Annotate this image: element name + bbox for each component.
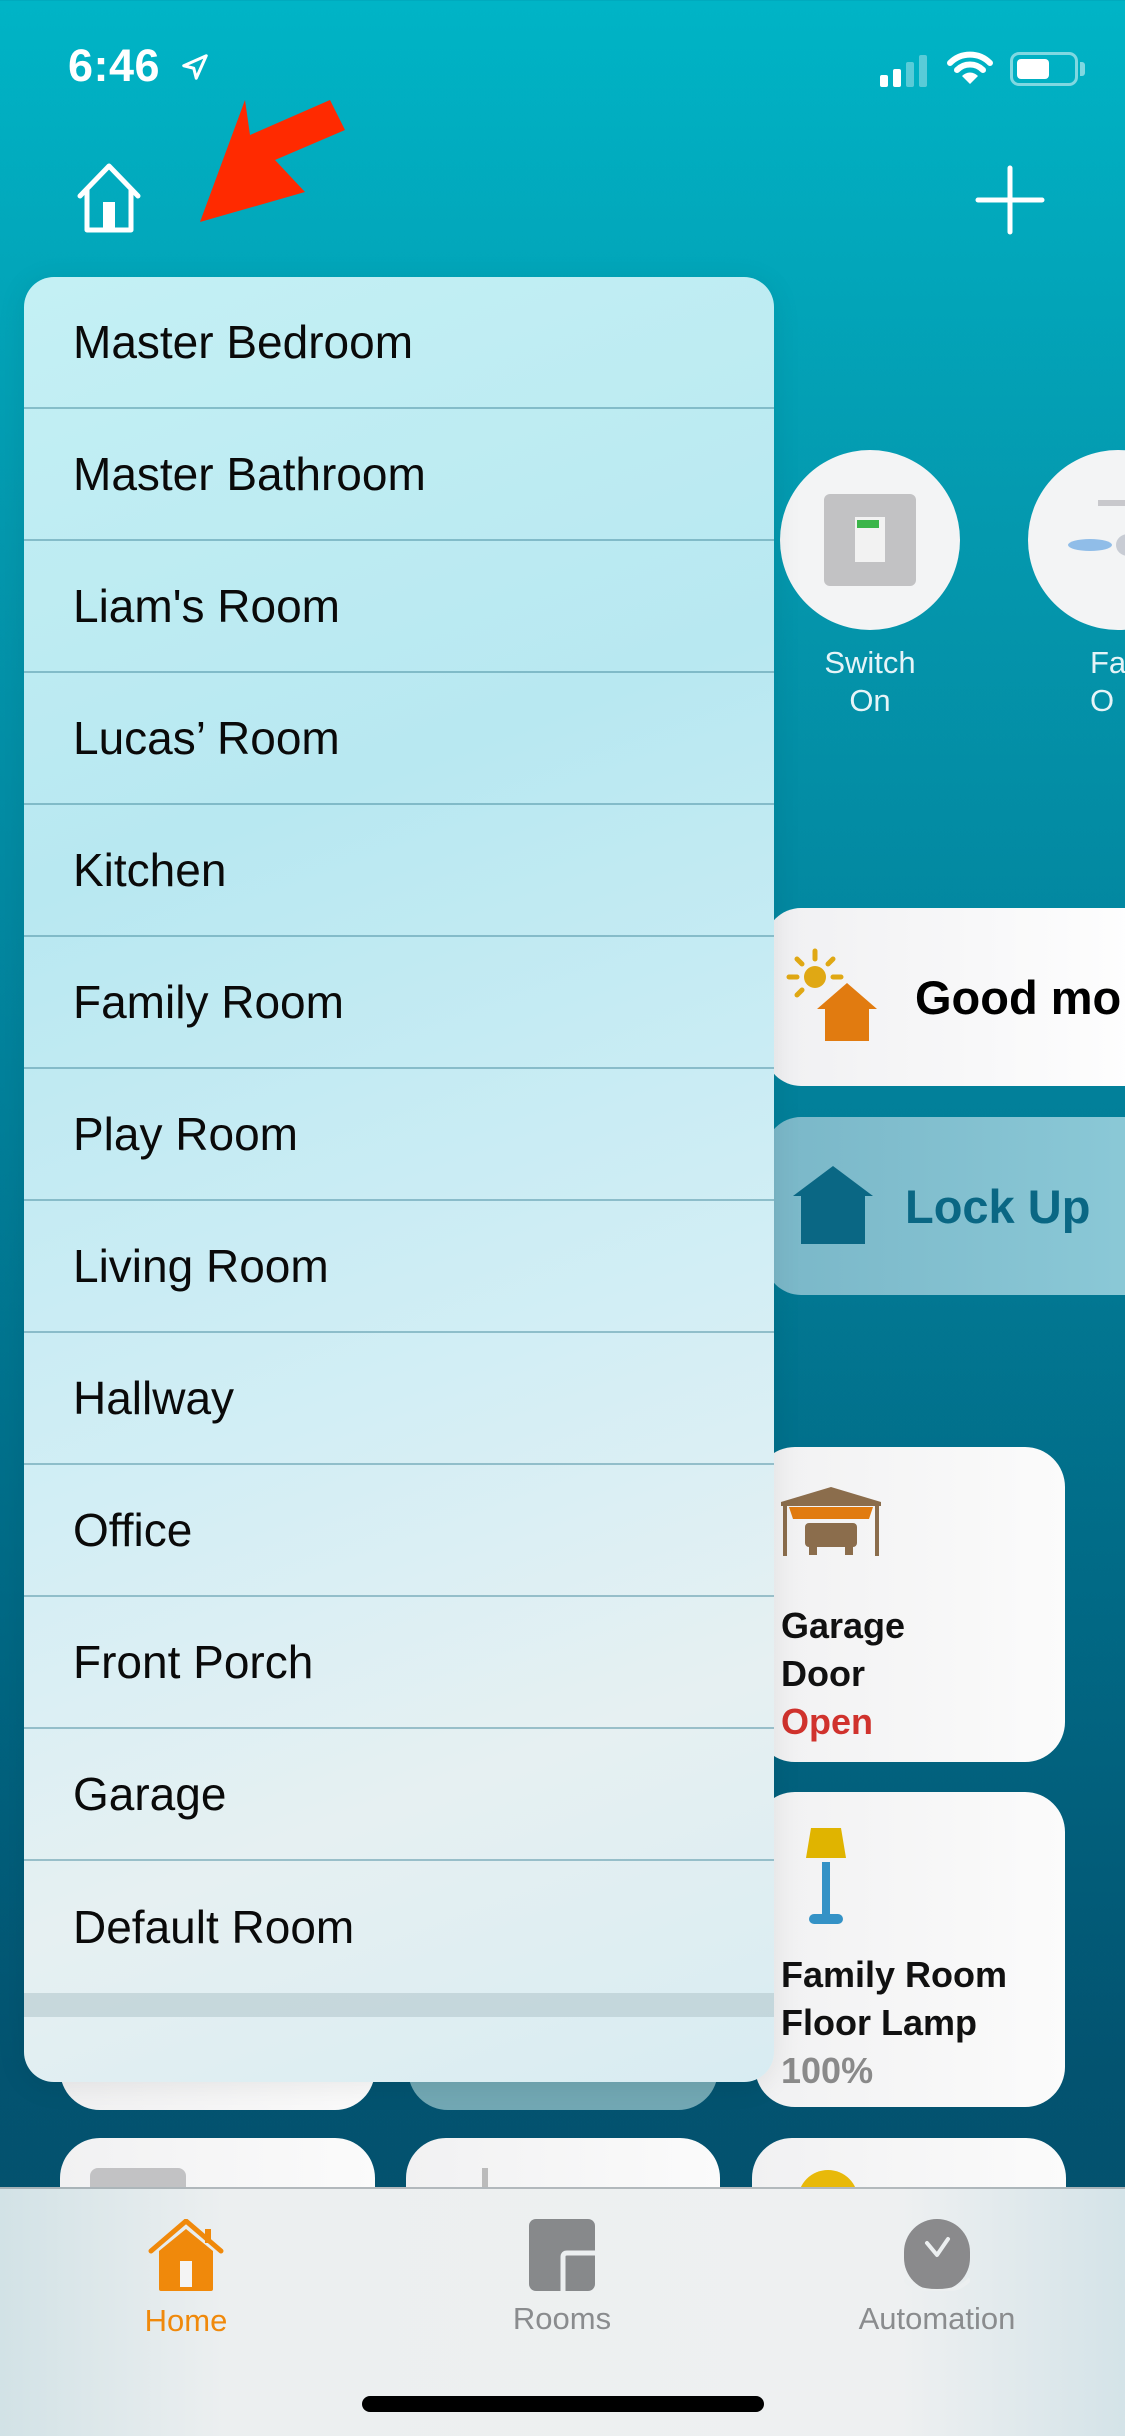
scene-title: Lock Up bbox=[905, 1179, 1091, 1233]
automation-clock-icon bbox=[904, 2219, 970, 2291]
home-icon bbox=[148, 2219, 224, 2291]
battery-level bbox=[1017, 59, 1050, 79]
plus-icon bbox=[975, 165, 1045, 235]
room-list: Master Bedroom Master Bathroom Liam's Room… bbox=[24, 277, 774, 1993]
tile-name: Door bbox=[781, 1653, 865, 1694]
tile-floor-lamp[interactable]: Family Room Floor Lamp 100% bbox=[755, 1792, 1065, 2107]
status-time: 6:46 bbox=[68, 40, 161, 91]
tile-name: Family Room bbox=[781, 1954, 1008, 1995]
room-menu-item[interactable]: Master Bedroom bbox=[24, 277, 774, 409]
home-icon bbox=[77, 163, 141, 233]
tile-name: Floor Lamp bbox=[781, 2002, 977, 2043]
red-arrow-icon bbox=[200, 100, 345, 222]
room-menu-item[interactable]: Garage bbox=[24, 1729, 774, 1861]
room-menu-item[interactable]: Master Bathroom bbox=[24, 409, 774, 541]
room-menu-item[interactable]: Kitchen bbox=[24, 805, 774, 937]
accessory-status: O bbox=[1090, 683, 1115, 718]
battery-icon bbox=[1010, 52, 1078, 86]
wifi-icon bbox=[947, 51, 993, 84]
house-icon bbox=[793, 1166, 873, 1244]
tab-label: Rooms bbox=[512, 2301, 612, 2336]
tile-status: Open bbox=[781, 1701, 874, 1742]
menu-separator bbox=[24, 1993, 774, 2017]
location-arrow-icon bbox=[182, 54, 208, 80]
tile-name: Garage bbox=[781, 1605, 906, 1646]
room-menu-item[interactable]: Hallway bbox=[24, 1333, 774, 1465]
ceiling-fan-icon bbox=[1068, 500, 1125, 556]
tile-garage-door[interactable]: Garage Door Open bbox=[755, 1447, 1065, 1762]
accessory-fan[interactable]: Fa O bbox=[1028, 450, 1125, 720]
tab-automation[interactable]: Automation bbox=[817, 2219, 1057, 2337]
scene-title: Good mo bbox=[915, 970, 1122, 1024]
room-menu-item[interactable]: Front Porch bbox=[24, 1597, 774, 1729]
tab-label: Home bbox=[144, 2303, 228, 2338]
home-button[interactable] bbox=[74, 160, 144, 234]
room-menu-item[interactable]: Default Room bbox=[24, 1861, 774, 1993]
tab-rooms[interactable]: Rooms bbox=[442, 2219, 682, 2337]
home-indicator[interactable] bbox=[362, 2396, 764, 2412]
rooms-icon bbox=[529, 2219, 595, 2291]
garage-door-icon bbox=[781, 1487, 881, 1556]
room-menu-item[interactable]: Play Room bbox=[24, 1069, 774, 1201]
room-menu-item[interactable]: Family Room bbox=[24, 937, 774, 1069]
accessory-status: On bbox=[849, 683, 891, 718]
sun-house-icon bbox=[786, 948, 877, 1041]
light-switch-icon bbox=[824, 494, 916, 586]
scene-good-morning[interactable]: Good mo bbox=[765, 908, 1125, 1086]
room-menu-item[interactable]: Office bbox=[24, 1465, 774, 1597]
scene-lock-up[interactable]: Lock Up bbox=[765, 1117, 1125, 1295]
add-button[interactable] bbox=[975, 165, 1045, 235]
cellular-signal-icon bbox=[880, 55, 927, 87]
home-settings-item[interactable]: Home Settings bbox=[24, 2017, 774, 2082]
room-menu-item[interactable]: Lucas’ Room bbox=[24, 673, 774, 805]
accessory-name: Fa bbox=[1090, 645, 1125, 680]
room-menu-item[interactable]: Liam's Room bbox=[24, 541, 774, 673]
accessory-switch[interactable]: Switch On bbox=[780, 450, 960, 720]
floor-lamp-icon bbox=[806, 1828, 846, 1924]
tab-label: Automation bbox=[858, 2301, 1016, 2336]
tile-status: 100% bbox=[781, 2050, 874, 2091]
home-menu-dropdown: Master Bedroom Master Bathroom Liam's Room… bbox=[24, 277, 774, 2082]
room-menu-item[interactable]: Living Room bbox=[24, 1201, 774, 1333]
battery-cap bbox=[1080, 62, 1085, 76]
accessory-name: Switch bbox=[824, 645, 916, 680]
tab-home[interactable]: Home bbox=[66, 2219, 306, 2339]
